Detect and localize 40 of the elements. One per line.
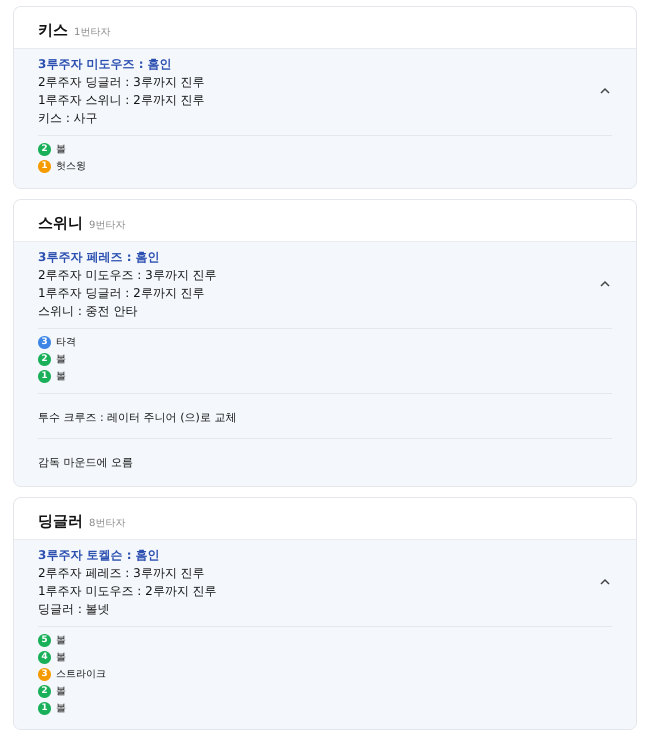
pitch-result: 볼: [56, 634, 66, 648]
play-text: 1루주자 딩글러 : 2루까지 진루: [38, 284, 206, 302]
event-note: 감독 마운드에 오름: [38, 456, 133, 469]
pitch-result: 볼: [56, 650, 66, 665]
pitch-number-badge: 5: [38, 634, 51, 647]
pitch-result: 볼: [56, 702, 66, 716]
pitch-number-badge: 2: [38, 143, 51, 156]
pitch-number-badge: 2: [38, 684, 51, 698]
pitch-result: 볼: [56, 352, 66, 367]
pitch-result: 타격: [56, 336, 76, 350]
pitch-number-badge: 4: [38, 650, 51, 664]
play-text: 3루주자 미도우즈 : 홈인: [38, 56, 173, 73]
play-text: 2루주자 미도우즈 : 3루까지 진루: [38, 266, 217, 284]
pitch-number-badge: 1: [38, 702, 51, 715]
play-text: 1루주자 스위니 : 2루까지 진루: [38, 92, 205, 109]
batting-order: 9번타자: [89, 218, 126, 233]
play-text: 3루주자 토켈슨 : 홈인: [38, 546, 161, 564]
play-text: 2루주자 페레즈 : 3루까지 진루: [38, 564, 206, 582]
pitch-number-badge: 3: [38, 668, 51, 681]
play-text: 2루주자 딩글러 : 3루까지 진루: [38, 74, 205, 91]
pitch-number-badge: 2: [38, 352, 51, 366]
pitch-result: 헛스윙: [56, 160, 86, 174]
play-text: 키스 : 사구: [38, 110, 99, 127]
batting-order: 1번타자: [74, 26, 110, 40]
batting-order: 8번타자: [89, 516, 126, 531]
batter-name: 스위니: [38, 212, 83, 234]
play-text: 3루주자 페레즈 : 홈인: [38, 248, 161, 266]
pitch-result: 볼: [56, 370, 66, 384]
pitch-result: 볼: [56, 684, 66, 699]
batter-name: 딩글러: [38, 510, 83, 532]
pitch-number-badge: 1: [38, 370, 51, 383]
pitch-result: 볼: [56, 143, 66, 157]
pitch-number-badge: 3: [38, 336, 51, 349]
play-text: 딩글러 : 볼넷: [38, 600, 111, 618]
play-text: 1루주자 미도우즈 : 2루까지 진루: [38, 582, 217, 600]
pitch-number-badge: 1: [38, 160, 51, 173]
event-note: 투수 크루즈 : 레이터 주니어 (으)로 교체: [38, 410, 236, 424]
pitch-result: 스트라이크: [56, 668, 106, 682]
batter-name: 키스: [38, 20, 68, 41]
play-text: 스위니 : 중전 안타: [38, 302, 138, 320]
